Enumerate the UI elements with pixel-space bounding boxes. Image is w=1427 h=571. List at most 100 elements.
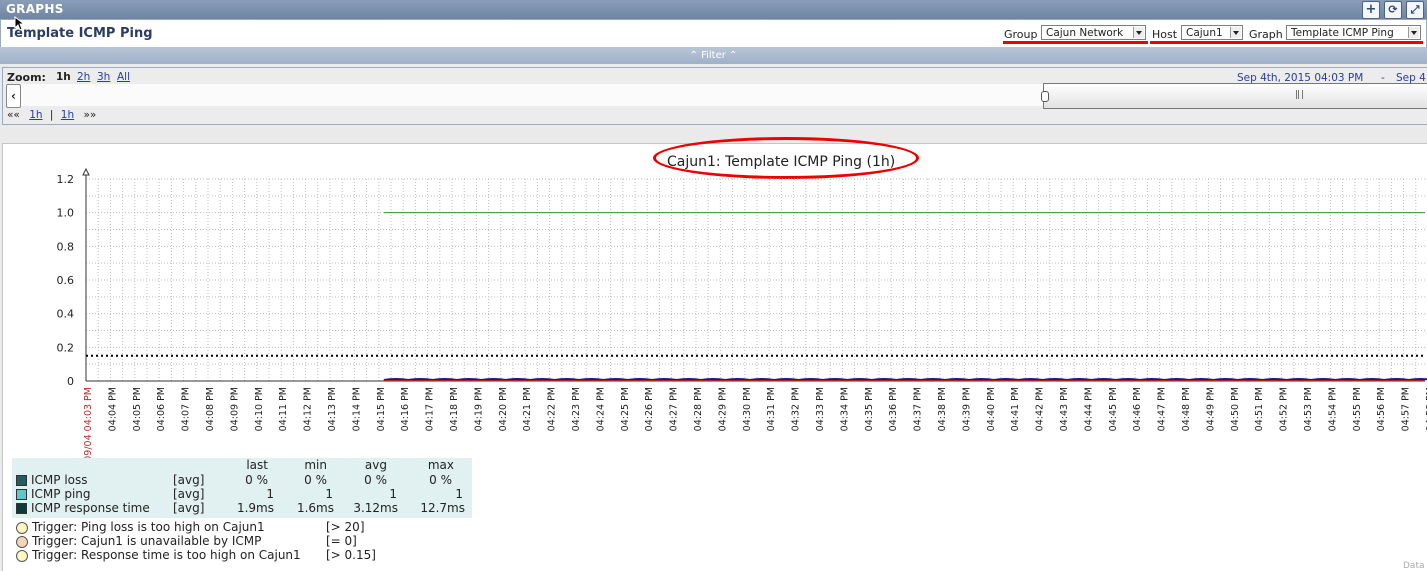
x-tick-label: 04:36 PM <box>888 387 899 431</box>
legend-header-max: max <box>427 458 454 472</box>
x-tick-label: 04:13 PM <box>327 387 338 431</box>
legend-name: ICMP loss <box>31 473 88 487</box>
x-tick-label: 04:06 PM <box>156 387 167 431</box>
x-tick-label: 04:44 PM <box>1083 387 1094 431</box>
x-tick-label: 04:37 PM <box>913 387 924 431</box>
x-tick-label: 04:55 PM <box>1352 387 1363 431</box>
legend-row: ICMP response time [avg] 1.9ms 1.6ms 3.1… <box>12 501 472 515</box>
x-tick-label: 04:50 PM <box>1230 387 1241 431</box>
x-tick-label: 04:21 PM <box>522 387 533 431</box>
legend-row: ICMP loss [avg] 0 % 0 % 0 % 0 % <box>12 473 472 487</box>
legend-swatch <box>16 489 27 500</box>
legend-min: 1.6ms <box>296 501 334 515</box>
mouse-cursor-icon <box>14 16 26 31</box>
trigger-dot-icon <box>16 550 28 562</box>
x-tick-label: 04:38 PM <box>937 387 948 431</box>
x-tick-label: 04:12 PM <box>303 387 314 431</box>
legend-header-avg: avg <box>364 458 387 472</box>
x-tick-label: 04:40 PM <box>986 387 997 431</box>
legend-max: 1 <box>455 487 463 501</box>
trigger-condition: [> 20] <box>326 520 365 534</box>
y-tick-label: 0.6 <box>57 274 75 287</box>
legend-avg: 0 % <box>364 473 387 487</box>
x-tick-label: 04:34 PM <box>839 387 850 431</box>
x-tick-label: 04:51 PM <box>1254 387 1265 431</box>
legend-name: ICMP response time <box>31 501 150 515</box>
x-tick-label: 04:08 PM <box>205 387 216 431</box>
legend-row: ICMP ping [avg] 1 1 1 1 <box>12 487 472 501</box>
x-tick-label: 04:47 PM <box>1157 387 1168 431</box>
y-tick-label: 0 <box>67 375 74 388</box>
trigger-dot-icon <box>16 536 28 548</box>
x-tick-label: 04:20 PM <box>498 387 509 431</box>
legend-max: 0 % <box>429 473 452 487</box>
x-tick-label: 04:45 PM <box>1108 387 1119 431</box>
legend-min: 1 <box>325 487 333 501</box>
trigger-condition: [> 0.15] <box>326 548 376 562</box>
x-tick-label: 04:27 PM <box>669 387 680 431</box>
x-tick-label: 04:26 PM <box>644 387 655 431</box>
x-tick-label: 04:54 PM <box>1327 387 1338 431</box>
x-tick-label: 04:24 PM <box>595 387 606 431</box>
x-tick-label: 04:53 PM <box>1303 387 1314 431</box>
x-tick-label: 04:11 PM <box>278 387 289 431</box>
x-tick-label: 04:56 PM <box>1376 387 1387 431</box>
legend-func: [avg] <box>173 487 205 501</box>
x-tick-label: 04:16 PM <box>400 387 411 431</box>
x-tick-label: 04:18 PM <box>449 387 460 431</box>
legend-swatch <box>16 503 27 514</box>
legend-last: 0 % <box>245 473 268 487</box>
trigger-label: Trigger: Ping loss is too high on Cajun1 <box>32 520 265 534</box>
y-tick-label: 0.2 <box>57 341 75 354</box>
x-tick-label: 04:33 PM <box>815 387 826 431</box>
x-tick-label: 04:05 PM <box>132 387 143 431</box>
x-tick-label: 04:15 PM <box>376 387 387 431</box>
x-tick-label: 04:31 PM <box>766 387 777 431</box>
x-tick-label: 04:04 PM <box>107 387 118 431</box>
x-tick-label: 04:19 PM <box>473 387 484 431</box>
x-tick-label: 04:43 PM <box>1059 387 1070 431</box>
legend-swatch <box>16 475 27 486</box>
y-tick-label: 0.4 <box>57 308 75 321</box>
y-tick-label: 1.2 <box>57 173 75 186</box>
legend-avg: 1 <box>389 487 397 501</box>
x-tick-label: 04:48 PM <box>1181 387 1192 431</box>
x-tick-label: 04:30 PM <box>742 387 753 431</box>
y-axis-arrow-icon <box>82 167 90 176</box>
x-tick-label: 04:07 PM <box>181 387 192 431</box>
x-tick-label: 04:10 PM <box>254 387 265 431</box>
x-tick-label: 04:29 PM <box>717 387 728 431</box>
series-line-icmp-response-time <box>383 378 1427 382</box>
x-tick-label: 04:09 PM <box>229 387 240 431</box>
legend-func: [avg] <box>173 473 205 487</box>
x-tick-label: 04:17 PM <box>425 387 436 431</box>
y-tick-label: 0.8 <box>57 240 75 253</box>
x-tick-label: 04:28 PM <box>693 387 704 431</box>
x-tick-label: 04:57 PM <box>1401 387 1412 431</box>
x-tick-label: 04:22 PM <box>547 387 558 431</box>
legend-avg: 3.12ms <box>353 501 398 515</box>
x-tick-label: 04:14 PM <box>351 387 362 431</box>
legend-header-min: min <box>304 458 327 472</box>
x-tick-label: 04:49 PM <box>1205 387 1216 431</box>
legend-last: 1.9ms <box>236 501 274 515</box>
legend-last: 1 <box>266 487 274 501</box>
legend-name: ICMP ping <box>31 487 91 501</box>
x-tick-label: 04:52 PM <box>1279 387 1290 431</box>
legend-header-last: last <box>246 458 268 472</box>
x-tick-label: 04:35 PM <box>864 387 875 431</box>
trigger-dot-icon <box>16 522 28 534</box>
graph-legend: last min avg max ICMP loss [avg] 0 % 0 %… <box>12 458 472 518</box>
y-tick-label: 1.0 <box>57 207 75 220</box>
x-tick-label: 04:46 PM <box>1132 387 1143 431</box>
x-tick-label-start: 09/04 04:03 PM <box>83 387 94 462</box>
x-tick-label: 04:41 PM <box>1010 387 1021 431</box>
legend-func: [avg] <box>173 501 205 515</box>
legend-min: 0 % <box>304 473 327 487</box>
trigger-condition: [= 0] <box>326 534 357 548</box>
trigger-label: Trigger: Response time is too high on Ca… <box>32 548 301 562</box>
x-tick-label: 04:42 PM <box>1035 387 1046 431</box>
x-tick-label: 04:39 PM <box>961 387 972 431</box>
x-tick-label: 04:25 PM <box>620 387 631 431</box>
x-tick-label: 04:23 PM <box>571 387 582 431</box>
